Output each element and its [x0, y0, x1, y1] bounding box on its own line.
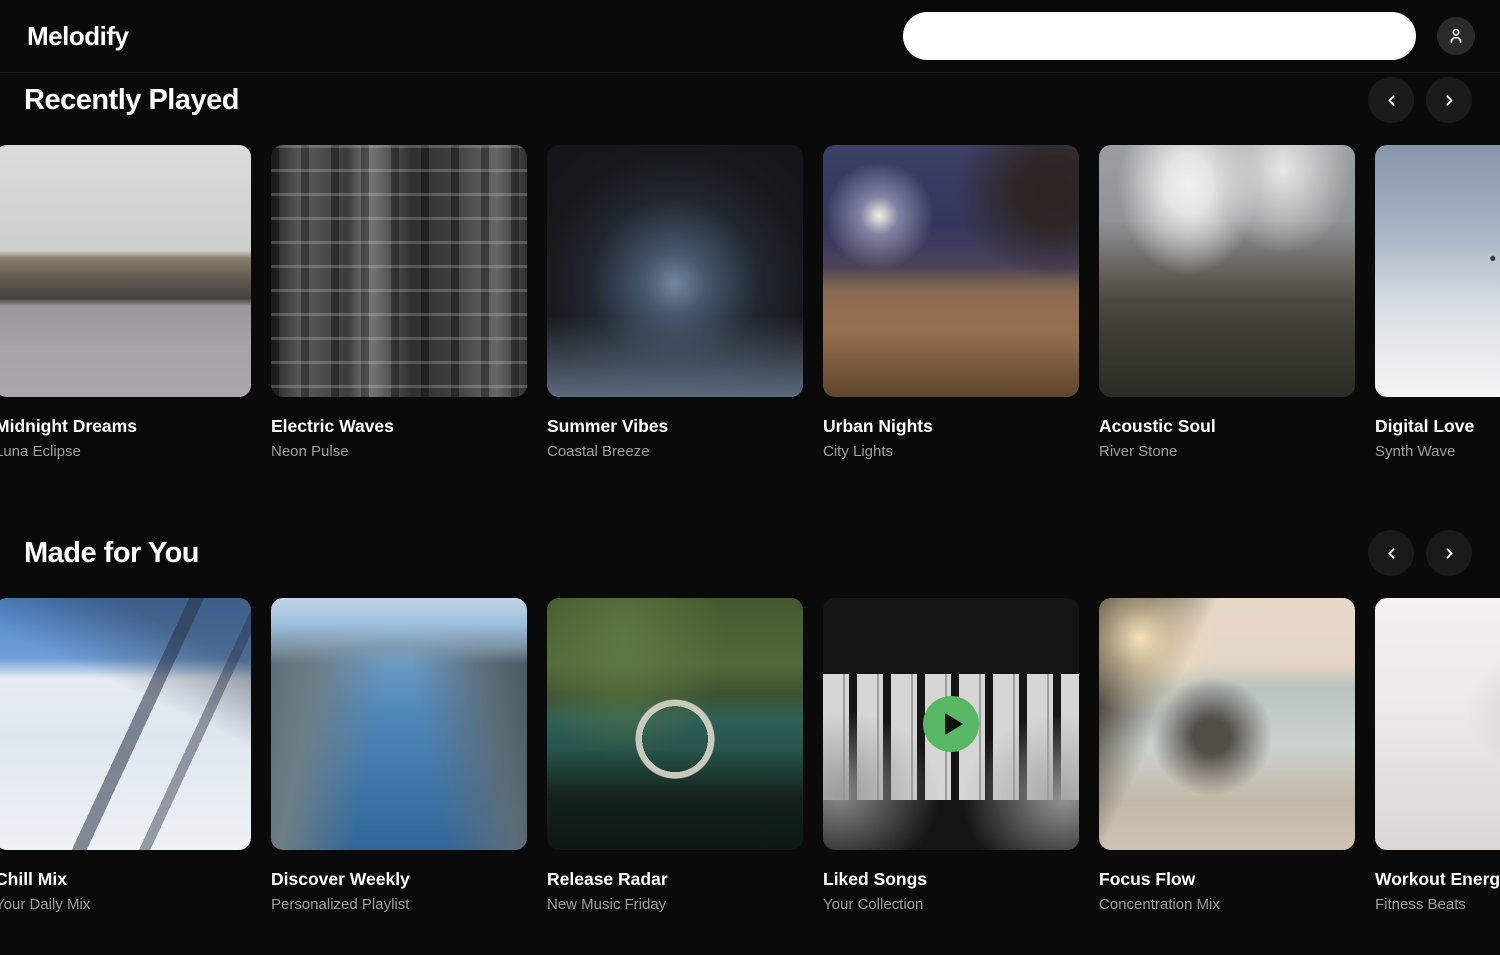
playlist-card-liked-songs[interactable]: Liked Songs Your Collection — [823, 598, 1079, 913]
card-subtitle: Fitness Beats — [1375, 896, 1500, 913]
playlist-card-digital-love[interactable]: Digital Love Synth Wave — [1375, 145, 1500, 460]
app-logo: Melodify — [27, 21, 128, 52]
card-subtitle: Luna Eclipse — [0, 443, 251, 460]
section-recently-played: Recently Played Midnight Dreams Luna E — [0, 77, 1500, 460]
album-art[interactable] — [1375, 145, 1500, 397]
card-subtitle: City Lights — [823, 443, 1079, 460]
card-subtitle: Personalized Playlist — [271, 896, 527, 913]
scroll-right-button[interactable] — [1426, 77, 1472, 123]
album-art[interactable] — [0, 145, 251, 397]
card-title: Release Radar — [547, 869, 803, 890]
chevron-left-icon — [1383, 545, 1400, 562]
play-button[interactable] — [923, 696, 979, 752]
card-subtitle: River Stone — [1099, 443, 1355, 460]
scroll-right-button[interactable] — [1426, 530, 1472, 576]
playlist-card-focus-flow[interactable]: Focus Flow Concentration Mix — [1099, 598, 1355, 913]
section-header: Recently Played — [0, 77, 1500, 123]
card-title: Summer Vibes — [547, 416, 803, 437]
playlist-card-acoustic-soul[interactable]: Acoustic Soul River Stone — [1099, 145, 1355, 460]
card-subtitle: Neon Pulse — [271, 443, 527, 460]
user-icon — [1446, 26, 1466, 46]
playlist-card-midnight-dreams[interactable]: Midnight Dreams Luna Eclipse — [0, 145, 251, 460]
card-title: Electric Waves — [271, 416, 527, 437]
album-art[interactable] — [823, 145, 1079, 397]
card-title: Liked Songs — [823, 869, 1079, 890]
chevron-right-icon — [1441, 545, 1458, 562]
card-title: Workout Energy — [1375, 869, 1500, 890]
card-title: Digital Love — [1375, 416, 1500, 437]
section-title: Recently Played — [24, 84, 239, 117]
scroll-controls — [1368, 77, 1472, 123]
card-title: Urban Nights — [823, 416, 1079, 437]
card-title: Focus Flow — [1099, 869, 1355, 890]
album-art[interactable] — [0, 598, 251, 850]
chevron-right-icon — [1441, 92, 1458, 109]
scroll-controls — [1368, 530, 1472, 576]
playlist-card-release-radar[interactable]: Release Radar New Music Friday — [547, 598, 803, 913]
album-art[interactable] — [823, 598, 1079, 850]
top-bar: Melodify — [0, 0, 1500, 73]
card-subtitle: Concentration Mix — [1099, 896, 1355, 913]
album-art[interactable] — [1099, 145, 1355, 397]
card-title: Midnight Dreams — [0, 416, 251, 437]
card-subtitle: Your Daily Mix — [0, 896, 251, 913]
card-subtitle: Synth Wave — [1375, 443, 1500, 460]
main-content: Recently Played Midnight Dreams Luna E — [0, 77, 1500, 913]
album-art[interactable] — [1375, 598, 1500, 850]
card-title: Chill Mix — [0, 869, 251, 890]
scroll-left-button[interactable] — [1368, 530, 1414, 576]
card-subtitle: Your Collection — [823, 896, 1079, 913]
section-title: Made for You — [24, 537, 199, 570]
album-art[interactable] — [271, 598, 527, 850]
playlist-card-workout-energy[interactable]: Workout Energy Fitness Beats — [1375, 598, 1500, 913]
album-art[interactable] — [271, 145, 527, 397]
chevron-left-icon — [1383, 92, 1400, 109]
playlist-card-chill-mix[interactable]: Chill Mix Your Daily Mix — [0, 598, 251, 913]
playlist-card-electric-waves[interactable]: Electric Waves Neon Pulse — [271, 145, 527, 460]
section-made-for-you: Made for You Chill Mix Your Daily Mix — [0, 530, 1500, 913]
carousel-recently-played[interactable]: Midnight Dreams Luna Eclipse Electric Wa… — [0, 145, 1500, 460]
profile-button[interactable] — [1437, 17, 1475, 55]
play-icon — [945, 713, 963, 735]
section-header: Made for You — [0, 530, 1500, 576]
card-title: Acoustic Soul — [1099, 416, 1355, 437]
playlist-card-summer-vibes[interactable]: Summer Vibes Coastal Breeze — [547, 145, 803, 460]
scroll-left-button[interactable] — [1368, 77, 1414, 123]
carousel-made-for-you[interactable]: Chill Mix Your Daily Mix Discover Weekly… — [0, 598, 1500, 913]
search-input[interactable] — [903, 12, 1416, 60]
card-subtitle: New Music Friday — [547, 896, 803, 913]
album-art[interactable] — [547, 598, 803, 850]
album-art[interactable] — [547, 145, 803, 397]
album-art[interactable] — [1099, 598, 1355, 850]
card-title: Discover Weekly — [271, 869, 527, 890]
playlist-card-urban-nights[interactable]: Urban Nights City Lights — [823, 145, 1079, 460]
card-subtitle: Coastal Breeze — [547, 443, 803, 460]
playlist-card-discover-weekly[interactable]: Discover Weekly Personalized Playlist — [271, 598, 527, 913]
